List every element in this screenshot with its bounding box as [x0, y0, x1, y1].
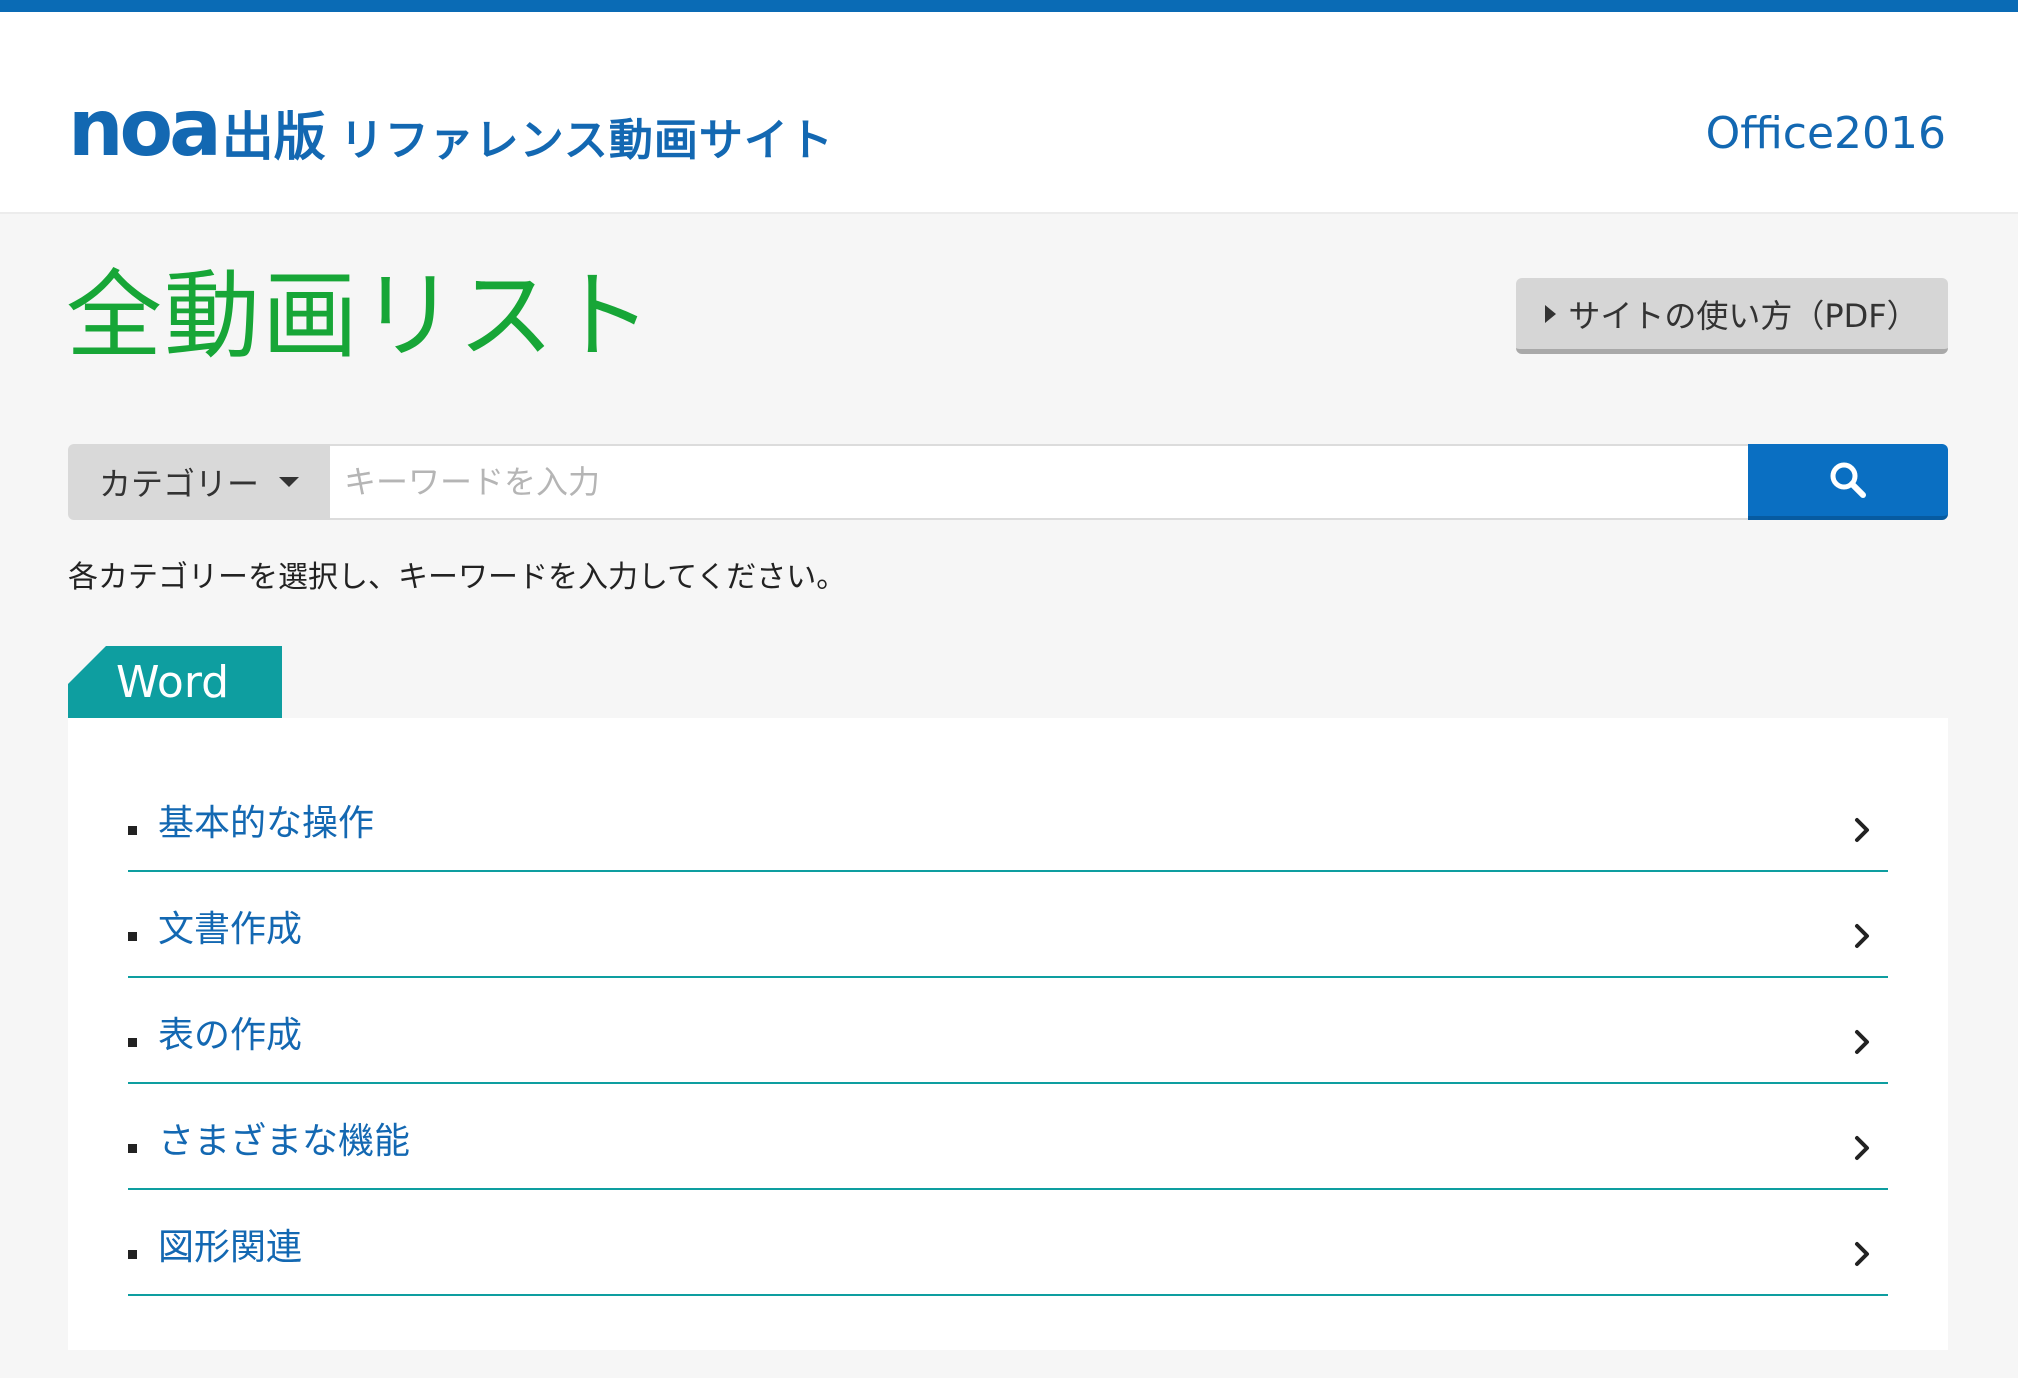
- bullet-square-icon: [128, 932, 137, 941]
- list-item[interactable]: さまざまな機能: [128, 1084, 1888, 1190]
- page-title: 全動画リスト: [66, 260, 654, 372]
- word-category-list: 基本的な操作 文書作成 表の作成 さまざまな機能 図形関連: [128, 766, 1888, 1296]
- keyword-search-input[interactable]: [330, 444, 1748, 520]
- bullet-square-icon: [128, 826, 137, 835]
- list-item-label: 文書作成: [158, 909, 303, 950]
- list-item-label: 基本的な操作: [158, 803, 375, 844]
- howto-button-label: サイトの使い方（PDF）: [1568, 296, 1919, 335]
- list-item-label: さまざまな機能: [158, 1121, 411, 1162]
- word-category-panel: 基本的な操作 文書作成 表の作成 さまざまな機能 図形関連: [68, 718, 1948, 1350]
- search-button[interactable]: [1748, 444, 1948, 520]
- category-dropdown-label: カテゴリー: [98, 465, 259, 503]
- logo-noa-text: noa: [68, 84, 222, 174]
- list-item[interactable]: 文書作成: [128, 872, 1888, 978]
- site-howto-pdf-button[interactable]: サイトの使い方（PDF）: [1516, 278, 1948, 354]
- site-logo[interactable]: noa 出版 リファレンス動画サイト: [68, 90, 834, 168]
- search-icon: [1830, 462, 1866, 498]
- office-version-label: Office2016: [1705, 108, 1946, 159]
- play-triangle-icon: [1545, 304, 1557, 323]
- list-item[interactable]: 基本的な操作: [128, 766, 1888, 872]
- logo-subtitle: リファレンス動画サイト: [339, 115, 834, 166]
- search-helper-text: 各カテゴリーを選択し、キーワードを入力してください。: [68, 560, 847, 595]
- word-tab-label: Word: [116, 656, 230, 708]
- category-dropdown[interactable]: カテゴリー: [68, 444, 330, 520]
- bullet-square-icon: [128, 1038, 137, 1047]
- list-item-label: 表の作成: [158, 1015, 303, 1056]
- bullet-square-icon: [128, 1250, 137, 1259]
- list-item-label: 図形関連: [158, 1227, 303, 1268]
- site-header: noa 出版 リファレンス動画サイト Office2016: [0, 12, 2018, 214]
- chevron-right-icon: [1855, 818, 1869, 842]
- search-bar: カテゴリー: [68, 444, 1948, 520]
- logo-publisher-text: 出版: [221, 108, 326, 168]
- word-section-tab: Word: [68, 646, 282, 718]
- list-item[interactable]: 表の作成: [128, 978, 1888, 1084]
- chevron-right-icon: [1855, 1242, 1869, 1266]
- chevron-right-icon: [1855, 1136, 1869, 1160]
- caret-down-icon: [279, 477, 299, 487]
- chevron-right-icon: [1855, 924, 1869, 948]
- bullet-square-icon: [128, 1144, 137, 1153]
- list-item[interactable]: 図形関連: [128, 1190, 1888, 1296]
- chevron-right-icon: [1855, 1030, 1869, 1054]
- top-accent-bar: [0, 0, 2018, 12]
